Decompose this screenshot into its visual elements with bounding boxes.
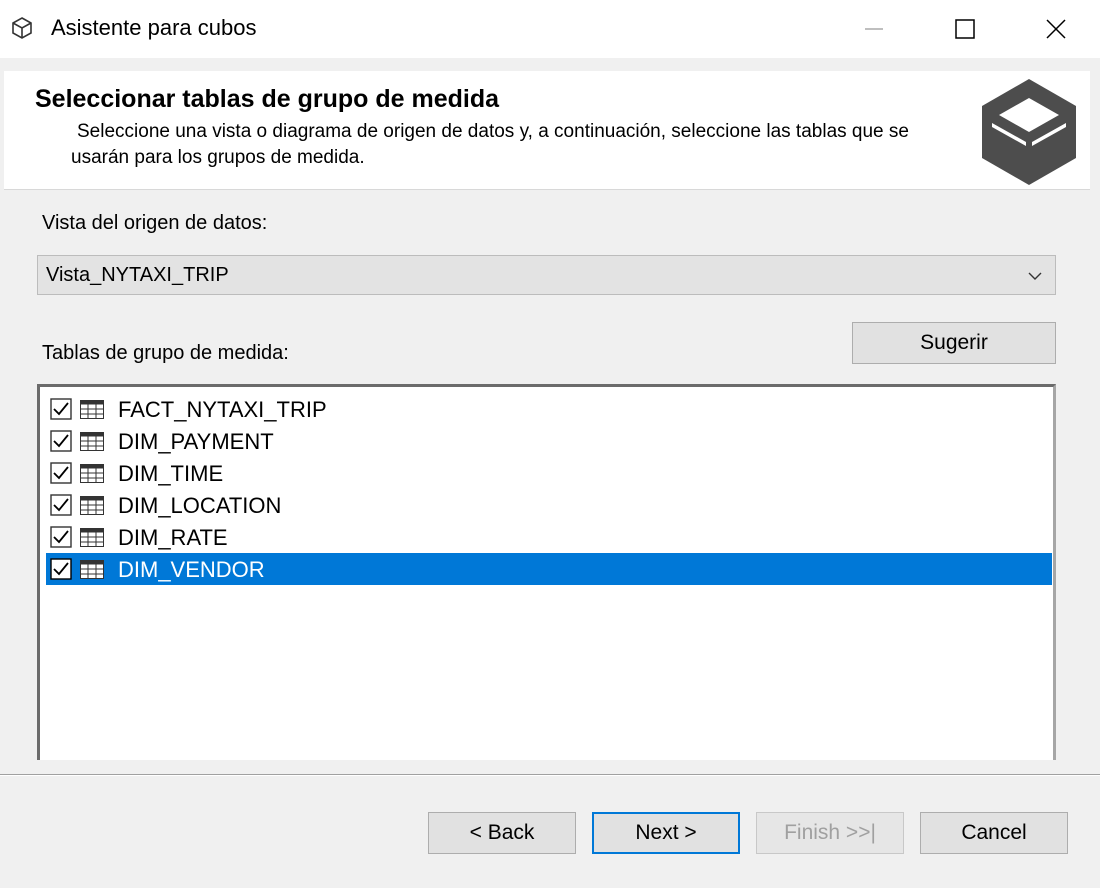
measure-tables-label: Tablas de grupo de medida:: [42, 342, 289, 364]
list-item[interactable]: FACT_NYTAXI_TRIP: [46, 393, 1052, 425]
cube-icon: [982, 79, 1076, 185]
minimize-icon: [865, 28, 883, 30]
maximize-button[interactable]: [919, 0, 1011, 58]
list-item[interactable]: DIM_RATE: [46, 521, 1052, 553]
list-item-label: FACT_NYTAXI_TRIP: [118, 397, 327, 422]
chevron-down-icon: [1028, 272, 1042, 280]
checkbox[interactable]: [50, 558, 72, 580]
wizard-header: Seleccionar tablas de grupo de medida Se…: [4, 71, 1090, 190]
next-button[interactable]: Next >: [592, 812, 740, 854]
maximize-icon: [955, 19, 975, 39]
list-item-label: DIM_TIME: [118, 461, 224, 486]
checkbox[interactable]: [50, 430, 72, 452]
cancel-button[interactable]: Cancel: [920, 812, 1068, 854]
window-title: Asistente para cubos: [51, 15, 257, 40]
checkbox[interactable]: [50, 398, 72, 420]
table-icon: [80, 464, 104, 483]
list-item[interactable]: DIM_VENDOR: [46, 553, 1052, 585]
table-icon: [80, 432, 104, 451]
checkbox[interactable]: [50, 494, 72, 516]
finish-button[interactable]: Finish >>|: [756, 812, 904, 854]
table-icon: [80, 560, 104, 579]
list-item-label: DIM_PAYMENT: [118, 429, 274, 454]
datasource-label: Vista del origen de datos:: [42, 212, 268, 234]
cube-icon: [12, 17, 32, 39]
datasource-selected-value: Vista_NYTAXI_TRIP: [46, 264, 229, 286]
checkbox[interactable]: [50, 526, 72, 548]
back-button[interactable]: < Back: [428, 812, 576, 854]
table-icon: [80, 400, 104, 419]
footer-separator: [0, 774, 1100, 776]
list-item[interactable]: DIM_PAYMENT: [46, 425, 1052, 457]
list-item[interactable]: DIM_TIME: [46, 457, 1052, 489]
close-icon: [1046, 19, 1066, 39]
table-icon: [80, 528, 104, 547]
close-button[interactable]: [1010, 0, 1100, 58]
table-icon: [80, 496, 104, 515]
list-item-label: DIM_RATE: [118, 525, 228, 550]
title-bar: Asistente para cubos: [0, 0, 1100, 58]
suggest-button[interactable]: Sugerir: [852, 322, 1056, 364]
datasource-select[interactable]: Vista_NYTAXI_TRIP: [37, 255, 1056, 295]
list-item-label: DIM_LOCATION: [118, 493, 282, 518]
measure-tables-list[interactable]: FACT_NYTAXI_TRIP DIM_PAYMENT DIM_TIME DIM_L…: [37, 384, 1056, 760]
page-description: Seleccione una vista o diagrama de orige…: [71, 121, 909, 168]
minimize-button[interactable]: [828, 0, 920, 58]
checkbox[interactable]: [50, 462, 72, 484]
list-item[interactable]: DIM_LOCATION: [46, 489, 1052, 521]
page-title: Seleccionar tablas de grupo de medida: [35, 85, 500, 113]
list-item-label: DIM_VENDOR: [118, 557, 265, 582]
